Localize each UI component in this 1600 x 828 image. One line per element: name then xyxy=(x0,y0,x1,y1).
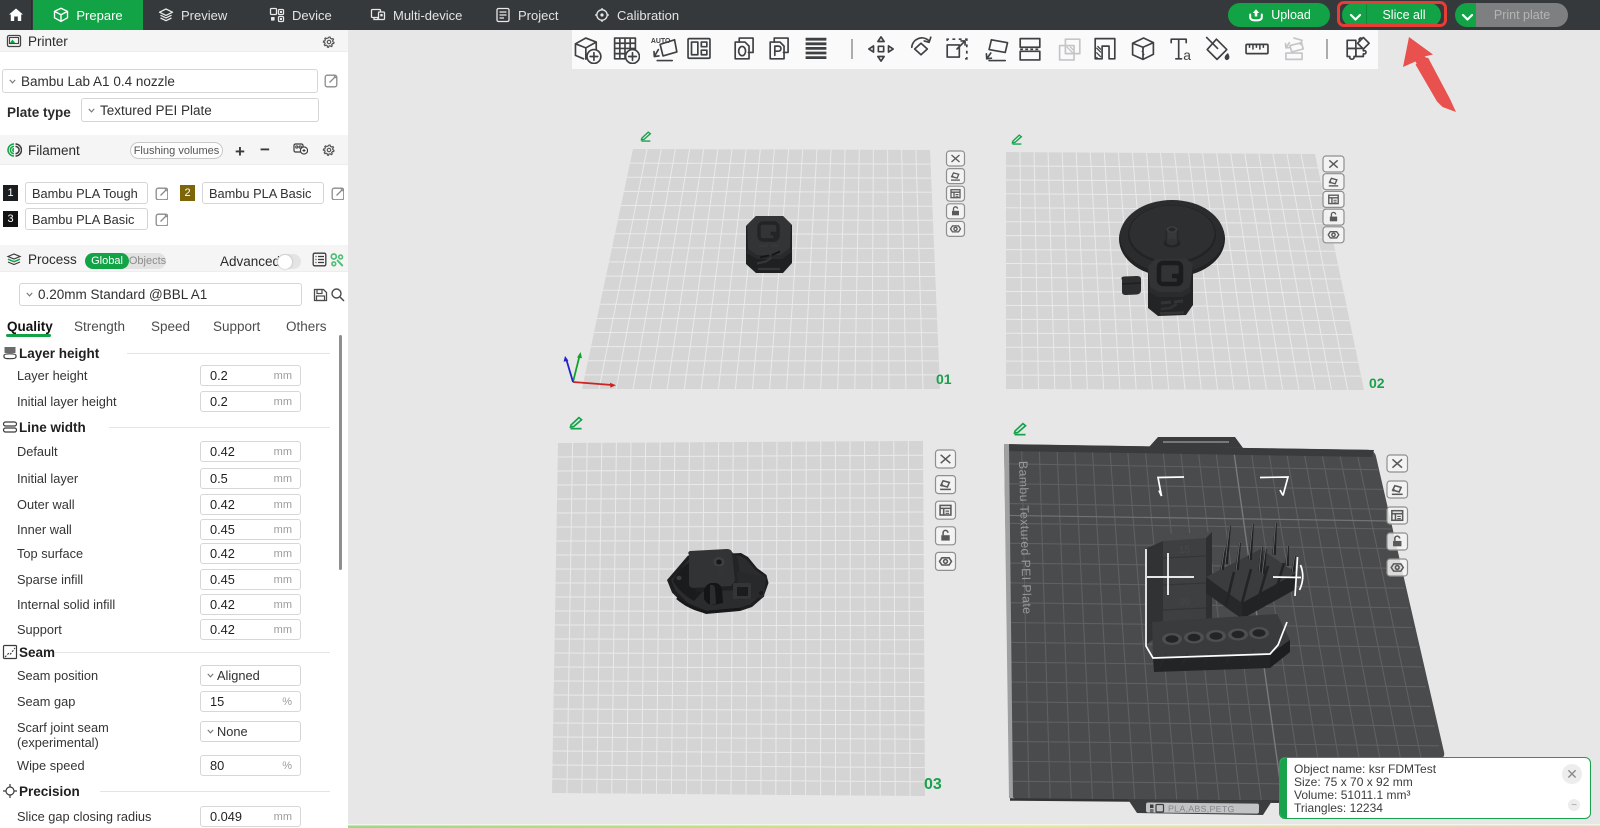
svg-text:15: 15 xyxy=(1179,544,1191,556)
svg-text:03: 03 xyxy=(924,776,942,793)
svg-text:01: 01 xyxy=(936,371,952,387)
svg-text:PLA,ABS,PETG: PLA,ABS,PETG xyxy=(1168,804,1235,815)
svg-text:02: 02 xyxy=(1369,375,1385,391)
svg-text:30: 30 xyxy=(1179,596,1191,608)
